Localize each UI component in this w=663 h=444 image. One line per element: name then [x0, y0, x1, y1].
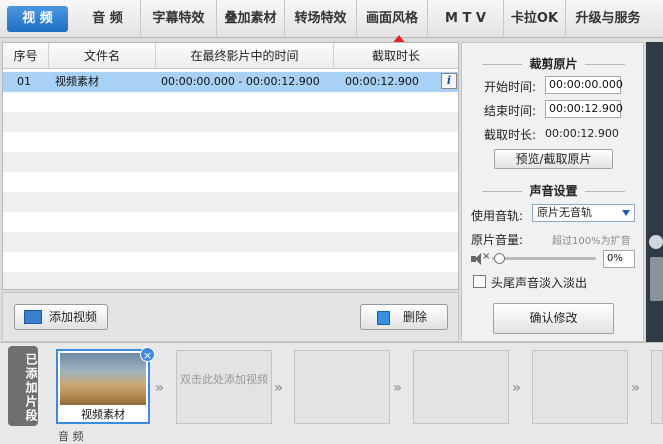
top-tab-bar: 视 频 音 频 字幕特效 叠加素材 转场特效 画面风格 M T V 卡拉OK 升… — [0, 0, 663, 38]
audio-track-label-bottom: 音 频 — [58, 430, 84, 443]
mute-icon[interactable]: × — [471, 251, 490, 265]
clip-name: 视频素材 — [81, 408, 125, 421]
audio-track-bar: 音 频 — [42, 430, 663, 444]
empty-row — [3, 172, 458, 192]
volume-slider-knob[interactable] — [494, 253, 505, 264]
crop-section-title: 裁剪原片 — [462, 55, 645, 72]
empty-row — [3, 212, 458, 232]
add-video-label: 添加视频 — [49, 310, 98, 324]
empty-slot-hint: 双击此处添加视频 — [180, 373, 268, 386]
tab-mtv[interactable]: M T V — [428, 0, 504, 38]
settings-panel: 裁剪原片 开始时间: 00:00:00.000 结束时间: 00:00:12.9… — [461, 42, 644, 342]
table-row[interactable]: 01 视频素材 00:00:00.000 - 00:00:12.900 00:0… — [3, 72, 458, 92]
remove-clip-icon[interactable]: × — [140, 347, 155, 362]
arrow-right-icon: » — [631, 380, 641, 396]
clip-slot-empty[interactable] — [294, 350, 390, 424]
column-time-in-movie: 在最终影片中的时间 — [156, 43, 334, 69]
delete-label: 删除 — [403, 310, 428, 324]
volume-slider[interactable] — [492, 257, 596, 260]
column-filename: 文件名 — [49, 43, 156, 69]
tab-audio[interactable]: 音 频 — [75, 0, 141, 38]
row-index: 01 — [17, 75, 31, 88]
column-duration: 截取时长 — [371, 49, 420, 63]
tab-karaoke[interactable]: 卡拉OK — [504, 0, 566, 38]
clip-thumbnail — [60, 353, 146, 405]
fade-checkbox[interactable] — [473, 275, 486, 288]
control-knob-icon[interactable] — [649, 235, 663, 249]
tab-upgrade-service[interactable]: 升级与服务 — [566, 0, 650, 38]
chevron-down-icon — [622, 210, 630, 216]
empty-row — [3, 272, 458, 289]
empty-row — [3, 252, 458, 272]
column-index: 序号 — [3, 43, 49, 69]
confirm-button[interactable]: 确认修改 — [493, 303, 614, 334]
clip-slot-empty[interactable] — [651, 350, 663, 424]
clip-slot-empty[interactable] — [413, 350, 509, 424]
start-time-field[interactable]: 00:00:00.000 — [545, 76, 623, 94]
clip-slot-first[interactable]: 视频素材 — [56, 349, 150, 424]
duration-value: 00:00:12.900 — [545, 127, 619, 140]
trash-icon — [377, 311, 390, 325]
volume-label: 原片音量: — [471, 233, 524, 247]
arrow-right-icon: » — [393, 380, 403, 396]
empty-row — [3, 132, 458, 152]
add-video-icon — [24, 310, 42, 324]
duration-label: 截取时长: — [484, 128, 537, 142]
clip-slot-empty[interactable]: 双击此处添加视频 — [176, 350, 272, 424]
end-time-field[interactable]: 00:00:12.900 — [545, 100, 623, 118]
preview-crop-button[interactable]: 预览/截取原片 — [494, 149, 613, 169]
preview-scroll-handle[interactable] — [650, 257, 663, 301]
tab-transition[interactable]: 转场特效 — [285, 0, 357, 38]
info-icon[interactable]: i — [441, 73, 457, 89]
row-duration: 00:00:12.900 — [345, 75, 419, 88]
tab-video[interactable]: 视 频 — [7, 6, 68, 32]
empty-row — [3, 232, 458, 252]
empty-row — [3, 92, 458, 112]
fade-label: 头尾声音淡入淡出 — [491, 276, 588, 290]
audio-track-label: 使用音轨: — [471, 209, 524, 223]
tab-overlay[interactable]: 叠加素材 — [217, 0, 285, 38]
added-clips-label: 已添加片段 — [8, 346, 38, 426]
file-list: 序号 文件名 在最终影片中的时间 截取时长 01 视频素材 00:00:00.0… — [2, 42, 459, 290]
tab-subtitle-effects[interactable]: 字幕特效 — [141, 0, 217, 38]
delete-button[interactable]: 删除 — [360, 304, 448, 330]
clip-slot-empty[interactable] — [532, 350, 628, 424]
arrow-right-icon: » — [274, 380, 284, 396]
empty-row — [3, 192, 458, 212]
row-time-range: 00:00:00.000 - 00:00:12.900 — [161, 75, 320, 88]
volume-hint: 超过100%为扩音 — [552, 236, 631, 247]
volume-value-field[interactable]: 0% — [603, 250, 635, 268]
tab-picture-style[interactable]: 画面风格 — [357, 0, 428, 38]
add-video-button[interactable]: 添加视频 — [14, 304, 108, 330]
arrow-right-icon: » — [512, 380, 522, 396]
preview-strip — [646, 42, 663, 342]
start-time-label: 开始时间: — [484, 80, 537, 94]
audio-track-select[interactable]: 原片无音轨 — [532, 204, 635, 222]
empty-row — [3, 112, 458, 132]
arrow-right-icon: » — [155, 380, 165, 396]
empty-row — [3, 152, 458, 172]
row-filename: 视频素材 — [55, 75, 99, 88]
end-time-label: 结束时间: — [484, 104, 537, 118]
audio-track-value: 原片无音轨 — [537, 206, 592, 219]
file-list-header: 序号 文件名 在最终影片中的时间 截取时长 — [3, 43, 458, 69]
audio-section-title: 声音设置 — [462, 182, 645, 199]
